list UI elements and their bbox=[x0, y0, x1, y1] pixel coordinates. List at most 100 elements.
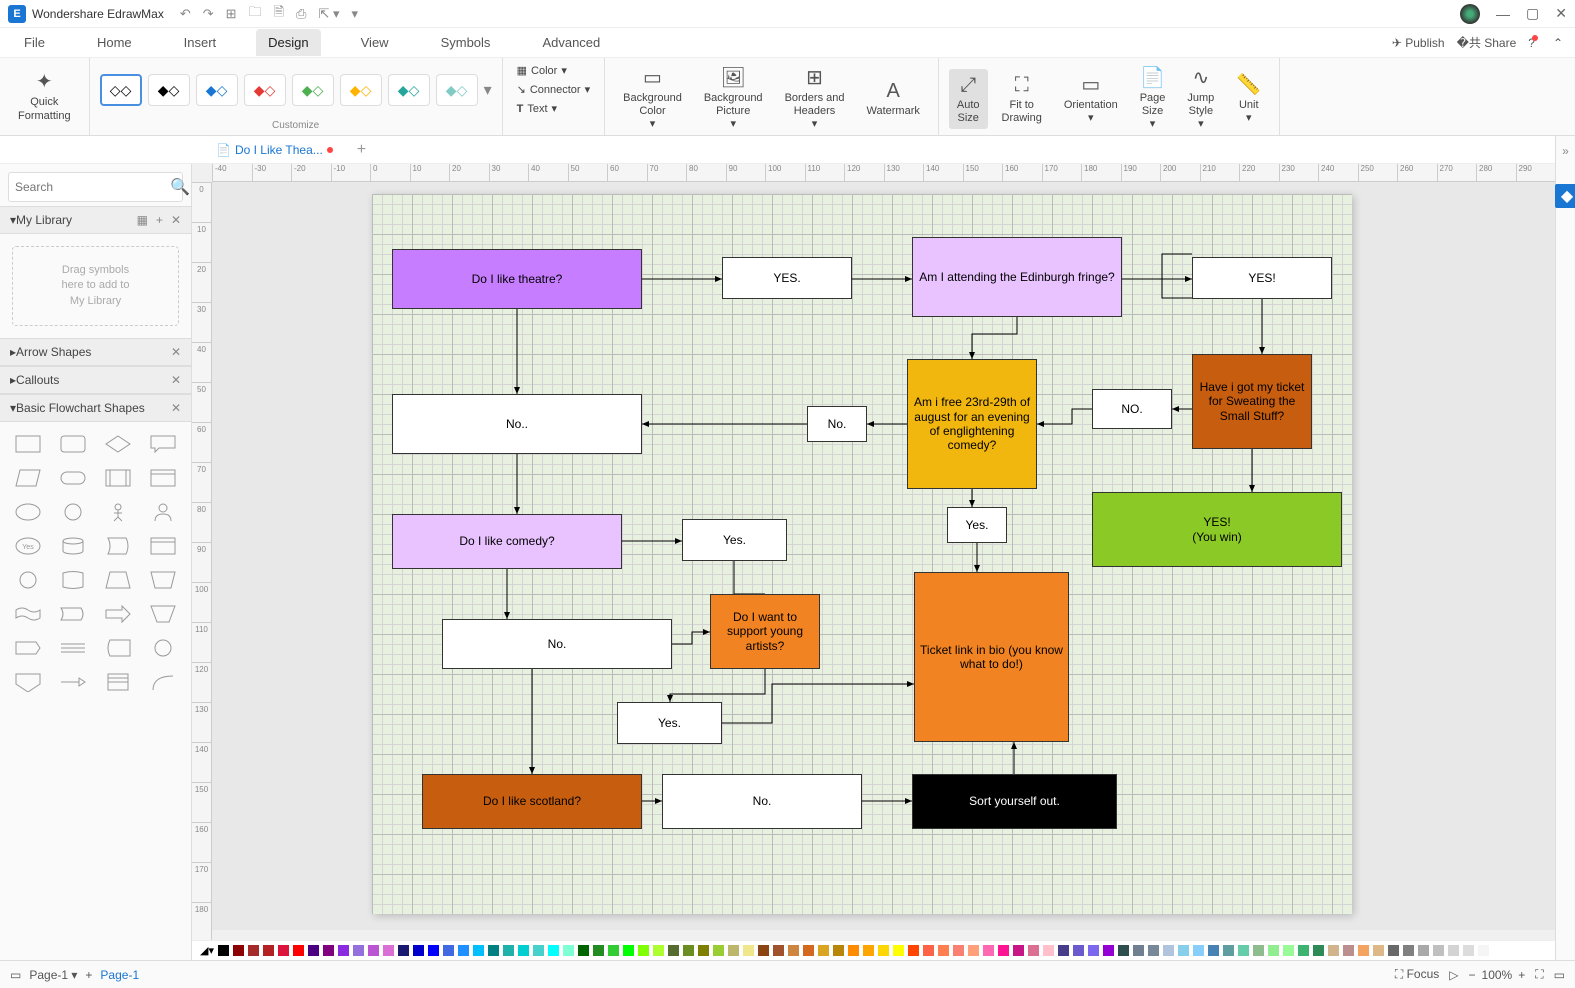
color-swatch[interactable] bbox=[308, 945, 319, 956]
color-swatch[interactable] bbox=[698, 945, 709, 956]
color-swatch[interactable] bbox=[1118, 945, 1129, 956]
focus-button[interactable]: ⛶ Focus bbox=[1395, 967, 1439, 982]
shape-trapezoid[interactable] bbox=[99, 566, 138, 594]
color-swatch[interactable] bbox=[1058, 945, 1069, 956]
color-swatch[interactable] bbox=[1133, 945, 1144, 956]
color-swatch[interactable] bbox=[398, 945, 409, 956]
color-swatch[interactable] bbox=[803, 945, 814, 956]
help-icon[interactable]: ? bbox=[1528, 36, 1541, 50]
shape-trapezoid2[interactable] bbox=[144, 566, 183, 594]
node-yes4[interactable]: Yes. bbox=[947, 507, 1007, 543]
color-swatch[interactable] bbox=[1463, 945, 1474, 956]
color-swatch[interactable] bbox=[638, 945, 649, 956]
node-yes3[interactable]: Yes. bbox=[682, 519, 787, 561]
canvas[interactable]: Do I like theatre?YES.Am I attending the… bbox=[212, 182, 1555, 930]
color-swatch[interactable] bbox=[773, 945, 784, 956]
color-swatch[interactable] bbox=[1358, 945, 1369, 956]
redo-icon[interactable]: ↷ bbox=[203, 6, 214, 22]
color-swatch[interactable] bbox=[1043, 945, 1054, 956]
add-document-icon[interactable]: + bbox=[349, 141, 374, 159]
theme-4[interactable]: ◆◇ bbox=[244, 74, 286, 106]
color-swatch[interactable] bbox=[728, 945, 739, 956]
shape-card[interactable] bbox=[144, 464, 183, 492]
color-swatch[interactable] bbox=[218, 945, 229, 956]
shape-note[interactable] bbox=[99, 668, 138, 696]
color-swatch[interactable] bbox=[623, 945, 634, 956]
theme-7[interactable]: ◆◇ bbox=[388, 74, 430, 106]
color-swatch[interactable] bbox=[473, 945, 484, 956]
user-avatar[interactable] bbox=[1460, 4, 1480, 24]
color-swatch[interactable] bbox=[983, 945, 994, 956]
node-ticket[interactable]: Have i got my ticket for Sweating the Sm… bbox=[1192, 354, 1312, 449]
tab-home[interactable]: Home bbox=[85, 29, 144, 56]
tab-symbols[interactable]: Symbols bbox=[429, 29, 503, 56]
shape-cylinder2[interactable] bbox=[53, 566, 92, 594]
color-swatch[interactable] bbox=[1013, 945, 1024, 956]
fit-page-icon[interactable]: ⛶ bbox=[1535, 967, 1543, 982]
node-free[interactable]: Am i free 23rd-29th of august for an eve… bbox=[907, 359, 1037, 489]
color-swatch[interactable] bbox=[908, 945, 919, 956]
color-swatch[interactable] bbox=[1478, 945, 1489, 956]
color-swatch[interactable] bbox=[863, 945, 874, 956]
color-swatch[interactable] bbox=[503, 945, 514, 956]
export-icon[interactable]: ⇱ ▾ bbox=[318, 6, 339, 22]
save-icon[interactable]: 🗎 bbox=[274, 3, 284, 25]
theme-more-icon[interactable]: ▾ bbox=[484, 80, 492, 100]
color-swatch[interactable] bbox=[938, 945, 949, 956]
color-swatch[interactable] bbox=[1163, 945, 1174, 956]
publish-button[interactable]: ✈ Publish bbox=[1392, 36, 1445, 50]
shape-pentagon[interactable] bbox=[8, 634, 47, 662]
node-yes1[interactable]: YES. bbox=[722, 257, 852, 299]
color-swatch[interactable] bbox=[1223, 945, 1234, 956]
color-swatch[interactable] bbox=[428, 945, 439, 956]
color-swatch[interactable] bbox=[1343, 945, 1354, 956]
document-tab[interactable]: 📄 Do I Like Thea... bbox=[208, 139, 341, 161]
search-box[interactable]: 🔍 bbox=[8, 172, 183, 202]
shape-diamond[interactable] bbox=[99, 430, 138, 458]
shape-circle3[interactable] bbox=[144, 634, 183, 662]
shape-roundrect[interactable] bbox=[53, 430, 92, 458]
color-swatch[interactable] bbox=[1403, 945, 1414, 956]
node-biolink[interactable]: Ticket link in bio (you know what to do!… bbox=[914, 572, 1069, 742]
open-icon[interactable]: 🗀 bbox=[249, 3, 262, 25]
color-swatch[interactable] bbox=[1268, 945, 1279, 956]
fit-width-icon[interactable]: ▭ bbox=[1554, 968, 1565, 982]
color-swatch[interactable] bbox=[998, 945, 1009, 956]
color-swatch[interactable] bbox=[383, 945, 394, 956]
format-tool-icon[interactable]: ◆ bbox=[1555, 184, 1575, 208]
zoom-out-icon[interactable]: − bbox=[1469, 968, 1476, 982]
theme-6[interactable]: ◆◇ bbox=[340, 74, 382, 106]
search-input[interactable] bbox=[15, 180, 170, 194]
color-swatch[interactable] bbox=[788, 945, 799, 956]
color-swatch[interactable] bbox=[743, 945, 754, 956]
color-swatch[interactable] bbox=[923, 945, 934, 956]
auto-size-button[interactable]: ⤢Auto Size bbox=[949, 69, 988, 129]
shape-storage[interactable] bbox=[99, 634, 138, 662]
print-icon[interactable]: ⎙ bbox=[296, 6, 306, 22]
zoom-in-icon[interactable]: + bbox=[1518, 968, 1525, 982]
borders-headers-button[interactable]: ⊞Borders and Headers ▾ bbox=[777, 62, 853, 136]
node-win[interactable]: YES! (You win) bbox=[1092, 492, 1342, 567]
color-swatch[interactable] bbox=[1148, 945, 1159, 956]
page-size-button[interactable]: 📄Page Size ▾ bbox=[1132, 62, 1174, 136]
shape-tape[interactable] bbox=[53, 600, 92, 628]
color-swatch[interactable] bbox=[683, 945, 694, 956]
expand-right-panel-icon[interactable]: » bbox=[1562, 144, 1569, 158]
node-support[interactable]: Do I want to support young artists? bbox=[710, 594, 820, 669]
node-fringe[interactable]: Am I attending the Edinburgh fringe? bbox=[912, 237, 1122, 317]
node-no2[interactable]: No. bbox=[807, 406, 867, 442]
page[interactable]: Do I like theatre?YES.Am I attending the… bbox=[372, 194, 1352, 914]
color-swatch[interactable] bbox=[878, 945, 889, 956]
color-swatch[interactable] bbox=[1028, 945, 1039, 956]
node-no4[interactable]: No. bbox=[442, 619, 672, 669]
orientation-button[interactable]: ▭Orientation ▾ bbox=[1056, 69, 1126, 129]
unit-button[interactable]: 📏Unit ▾ bbox=[1228, 69, 1269, 129]
add-page-icon[interactable]: + bbox=[85, 968, 92, 982]
search-icon[interactable]: 🔍 bbox=[170, 177, 190, 197]
color-swatch[interactable] bbox=[1103, 945, 1114, 956]
color-swatch[interactable] bbox=[818, 945, 829, 956]
collapse-ribbon-icon[interactable]: ⌃ bbox=[1553, 36, 1563, 50]
color-swatch[interactable] bbox=[458, 945, 469, 956]
color-swatch[interactable] bbox=[953, 945, 964, 956]
node-scotland[interactable]: Do I like scotland? bbox=[422, 774, 642, 829]
